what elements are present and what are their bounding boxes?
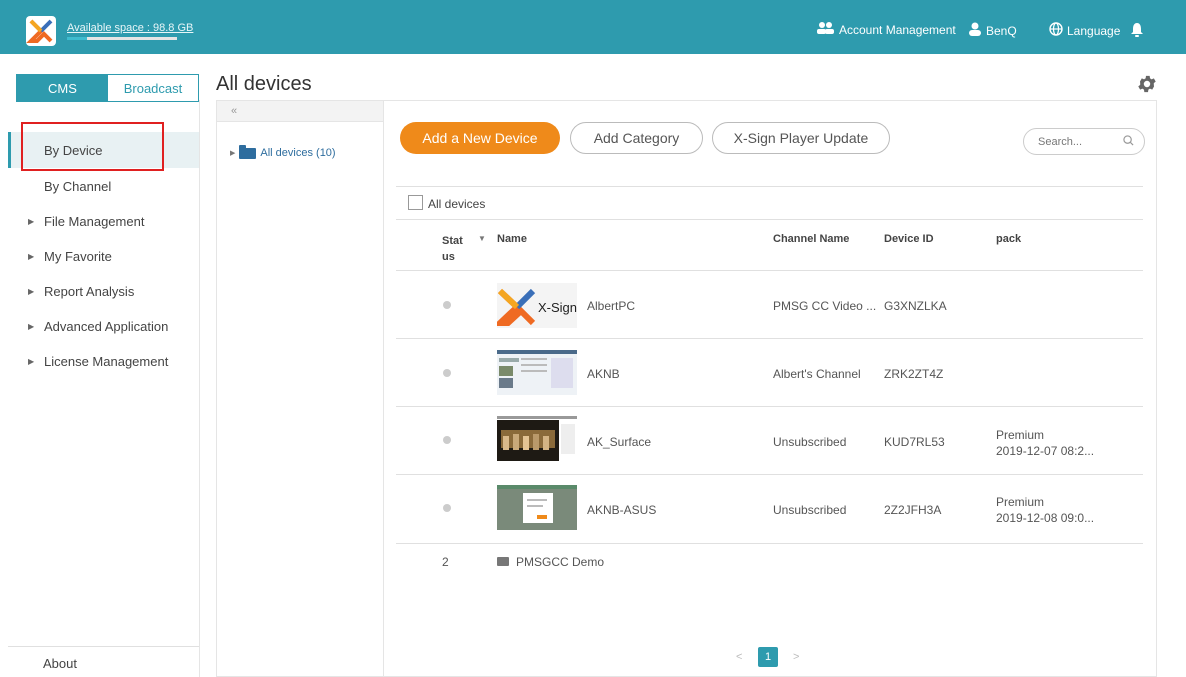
sidebar-item-file-management[interactable]: ▶ File Management (8, 203, 199, 239)
divider (396, 406, 1143, 407)
caret-right-icon: ▶ (28, 321, 35, 331)
device-thumbnail[interactable] (497, 416, 577, 461)
column-header-pack[interactable]: pack (996, 233, 1021, 245)
tree-node-label: All devices (10) (260, 147, 336, 159)
search-input[interactable]: Search... (1023, 128, 1145, 155)
user-icon (968, 22, 982, 39)
sidebar-item-label: By Channel (44, 178, 112, 194)
caret-right-icon: ▶ (28, 286, 35, 296)
category-tree-panel (216, 100, 384, 677)
tab-broadcast[interactable]: Broadcast (108, 75, 198, 101)
pagination-next[interactable]: > (793, 651, 799, 663)
divider (396, 270, 1143, 271)
page-title: All devices (216, 73, 312, 95)
group-device-count: 2 (442, 555, 449, 569)
gear-icon[interactable] (1136, 73, 1158, 99)
pack-date: 2019-12-08 09:0... (996, 511, 1095, 525)
available-space-label: Available space : 98.8 GB (67, 22, 194, 34)
device-thumbnail[interactable] (497, 485, 577, 530)
sidebar-item-label: File Management (44, 213, 145, 229)
device-id: G3XNZLKA (884, 299, 947, 313)
device-thumbnail[interactable] (497, 350, 577, 395)
sidebar-item-advanced-application[interactable]: ▶ Advanced Application (8, 308, 199, 344)
about-link[interactable]: About (43, 656, 77, 671)
device-thumbnail[interactable]: X-Sign (497, 283, 577, 328)
users-icon (817, 22, 835, 37)
sidebar-item-license-management[interactable]: ▶ License Management (8, 343, 199, 379)
user-menu[interactable]: BenQ (968, 22, 1017, 39)
storage-bar (67, 37, 177, 40)
pagination-prev[interactable]: < (736, 651, 742, 663)
collapse-tree-button[interactable]: « (216, 100, 384, 122)
device-id: KUD7RL53 (884, 435, 945, 449)
language-menu[interactable]: Language (1049, 22, 1120, 39)
pack-type: Premium (996, 495, 1045, 509)
pack-date: 2019-12-07 08:2... (996, 444, 1095, 458)
add-category-button[interactable]: Add Category (570, 122, 703, 154)
mode-tabs: CMS Broadcast (16, 74, 199, 102)
sidebar-item-my-favorite[interactable]: ▶ My Favorite (8, 238, 199, 274)
highlight-box (21, 122, 164, 171)
add-device-button[interactable]: Add a New Device (400, 122, 560, 154)
caret-right-icon: ▶ (28, 356, 35, 366)
device-id: 2Z2JFH3A (884, 503, 942, 517)
device-id: ZRK2ZT4Z (884, 367, 944, 381)
globe-icon (1049, 22, 1063, 39)
status-indicator (443, 369, 451, 377)
pack-type: Premium (996, 428, 1045, 442)
status-indicator (443, 504, 451, 512)
select-all-label: All devices (428, 197, 486, 211)
caret-right-icon: ▶ (28, 216, 35, 226)
sidebar-item-report-analysis[interactable]: ▶ Report Analysis (8, 273, 199, 309)
caret-right-icon: ▶ (28, 251, 35, 261)
account-management-link[interactable]: Account Management (817, 22, 956, 37)
app-logo[interactable] (26, 16, 56, 46)
account-management-label: Account Management (839, 22, 956, 37)
status-indicator (443, 436, 451, 444)
folder-open-icon (239, 144, 257, 159)
group-name[interactable]: PMSGCC Demo (516, 555, 604, 569)
divider (396, 186, 1143, 187)
sidebar-divider (8, 646, 199, 647)
channel-name: Unsubscribed (773, 435, 847, 449)
select-all-checkbox[interactable] (408, 195, 423, 210)
channel-name: PMSG CC Video ... (773, 299, 877, 313)
device-name[interactable]: AKNB (587, 367, 620, 381)
search-icon[interactable] (1123, 134, 1134, 149)
divider (396, 474, 1143, 475)
device-name[interactable]: AK_Surface (587, 435, 651, 449)
divider (396, 219, 1143, 220)
folder-icon (497, 557, 509, 566)
language-label: Language (1067, 23, 1121, 38)
caret-right-icon: ▶ (230, 150, 236, 157)
pagination-page[interactable]: 1 (758, 647, 778, 667)
storage-bar-fill (67, 37, 87, 40)
sidebar-item-label: Report Analysis (44, 283, 135, 299)
bell-icon[interactable] (1131, 23, 1143, 42)
thumbnail-logo-text: X-Sign (538, 300, 577, 315)
tab-cms[interactable]: CMS (17, 75, 108, 101)
sidebar-item-label: My Favorite (44, 248, 112, 264)
channel-name: Albert's Channel (773, 367, 861, 381)
channel-name: Unsubscribed (773, 503, 847, 517)
divider (396, 543, 1143, 544)
column-header-status[interactable]: Stat us (442, 233, 466, 265)
tree-node-all-devices[interactable]: ▶ All devices (10) (230, 144, 336, 159)
search-placeholder: Search... (1038, 135, 1083, 148)
column-header-name[interactable]: Name (497, 233, 527, 245)
sidebar-item-by-channel[interactable]: By Channel (8, 168, 199, 204)
sidebar-item-label: Advanced Application (44, 318, 169, 334)
column-header-device-id[interactable]: Device ID (884, 233, 934, 245)
user-name: BenQ (986, 23, 1017, 38)
divider (396, 338, 1143, 339)
column-header-channel[interactable]: Channel Name (773, 233, 849, 245)
sidebar-border (199, 100, 200, 677)
device-name[interactable]: AKNB-ASUS (587, 503, 656, 517)
sort-down-icon[interactable]: ▼ (478, 234, 486, 243)
sidebar-item-label: License Management (44, 353, 169, 369)
player-update-button[interactable]: X-Sign Player Update (712, 122, 890, 154)
status-indicator (443, 301, 451, 309)
device-name[interactable]: AlbertPC (587, 299, 635, 313)
